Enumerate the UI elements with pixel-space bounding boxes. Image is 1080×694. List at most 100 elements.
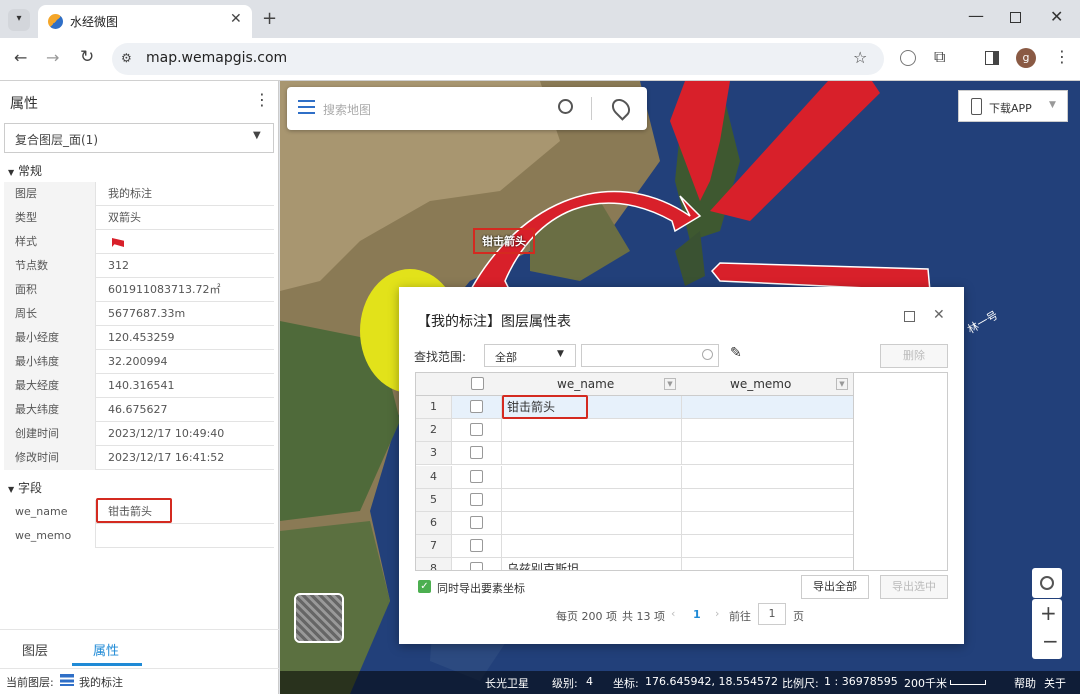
- puzzle-icon[interactable]: ⧉: [934, 47, 945, 67]
- select-all-checkbox[interactable]: [471, 377, 484, 390]
- maximize-icon[interactable]: [1010, 12, 1021, 23]
- url-text: map.wemapgis.com: [146, 50, 288, 66]
- close-window-icon[interactable]: ✕: [1050, 7, 1063, 26]
- table-row[interactable]: 6: [416, 512, 854, 535]
- edit-pencil-icon[interactable]: ✎: [730, 345, 742, 361]
- row-checkbox[interactable]: [470, 562, 483, 570]
- cell-we-name[interactable]: 乌兹别克斯坦: [502, 558, 682, 570]
- cell-we-name[interactable]: [502, 442, 682, 466]
- property-value: 120.453259: [108, 331, 175, 344]
- property-value: 2023/12/17 16:41:52: [108, 451, 225, 464]
- cell-we-name[interactable]: [502, 535, 682, 559]
- cell-we-memo[interactable]: [682, 535, 854, 559]
- current-page[interactable]: 1: [693, 608, 701, 621]
- table-row[interactable]: 1 钳击箭头: [416, 395, 854, 419]
- new-tab-icon[interactable]: +: [262, 8, 277, 29]
- row-number: 2: [430, 423, 437, 437]
- cell-we-name[interactable]: [502, 419, 682, 443]
- search-icon[interactable]: [558, 99, 573, 114]
- current-layer-name[interactable]: 我的标注: [79, 674, 123, 690]
- row-checkbox[interactable]: [470, 423, 483, 437]
- tab-list-button[interactable]: ▾: [8, 9, 30, 31]
- panel-menu-icon[interactable]: ⋮: [254, 90, 270, 109]
- zoom-out-icon[interactable]: −: [1042, 629, 1059, 653]
- search-input[interactable]: 搜索地图: [323, 101, 371, 118]
- property-key: 样式: [4, 230, 96, 254]
- row-checkbox[interactable]: [470, 516, 483, 529]
- cell-we-memo[interactable]: [682, 488, 854, 512]
- table-row[interactable]: 4: [416, 465, 854, 489]
- help-link[interactable]: 帮助: [1014, 675, 1036, 691]
- col-header-we-name[interactable]: we_name: [557, 377, 614, 391]
- download-app-button[interactable]: 下载APP ▼: [958, 90, 1068, 122]
- cell-we-memo[interactable]: [682, 419, 854, 443]
- cell-we-name[interactable]: [502, 488, 682, 512]
- url-field[interactable]: ⚙ map.wemapgis.com ☆: [112, 43, 884, 75]
- scope-select[interactable]: 全部 ▼: [484, 344, 576, 367]
- goto-page-input[interactable]: 1: [758, 603, 786, 625]
- cell-we-memo[interactable]: [682, 396, 854, 419]
- row-checkbox[interactable]: [470, 539, 483, 553]
- filter-icon[interactable]: ▼: [836, 378, 848, 390]
- menu-icon[interactable]: [298, 100, 315, 114]
- row-checkbox[interactable]: [470, 400, 483, 413]
- about-link[interactable]: 关于: [1044, 675, 1066, 691]
- row-checkbox[interactable]: [470, 469, 483, 483]
- section-fields-header[interactable]: ▼ 字段: [8, 479, 42, 496]
- prev-page-icon[interactable]: ‹: [671, 607, 675, 620]
- table-row[interactable]: 3: [416, 442, 854, 466]
- table-row[interactable]: 7: [416, 535, 854, 559]
- cell-we-name[interactable]: [502, 512, 682, 535]
- tab-layers[interactable]: 图层: [22, 640, 48, 659]
- table-row[interactable]: 2: [416, 419, 854, 443]
- table-row[interactable]: 5: [416, 488, 854, 512]
- export-all-button[interactable]: 导出全部: [801, 575, 869, 599]
- bookmark-star-icon[interactable]: ☆: [853, 48, 867, 67]
- search-box[interactable]: 搜索地图: [287, 87, 647, 130]
- forward-icon[interactable]: →: [46, 48, 59, 67]
- close-icon[interactable]: ✕: [933, 307, 945, 323]
- minimize-icon[interactable]: —: [968, 6, 984, 25]
- row-checkbox[interactable]: [470, 446, 483, 460]
- maximize-icon[interactable]: [904, 311, 915, 322]
- cell-we-memo[interactable]: [682, 558, 854, 570]
- side-panel-icon[interactable]: [985, 51, 999, 65]
- grid-right-edge: [853, 373, 854, 570]
- col-header-we-memo[interactable]: we_memo: [730, 377, 791, 391]
- extension-icon[interactable]: [900, 50, 916, 66]
- section-general-header[interactable]: ▼ 常规: [8, 162, 42, 179]
- map-annotation-label[interactable]: 钳击箭头: [473, 228, 535, 254]
- field-row: we_memo: [4, 524, 274, 548]
- zoom-in-icon[interactable]: +: [1040, 601, 1057, 625]
- next-page-icon[interactable]: ›: [715, 607, 719, 620]
- cell-we-name[interactable]: [502, 465, 682, 489]
- browser-menu-icon[interactable]: ⋮: [1054, 47, 1070, 66]
- cell-we-memo[interactable]: [682, 442, 854, 466]
- checkbox-cell: [452, 512, 502, 535]
- table-row[interactable]: 8 乌兹别克斯坦: [416, 558, 854, 570]
- close-tab-icon[interactable]: ✕: [230, 11, 242, 27]
- row-number: 3: [430, 446, 437, 460]
- cell-we-memo[interactable]: [682, 465, 854, 489]
- chevron-down-icon: ▼: [253, 130, 261, 141]
- basemap-switcher[interactable]: [294, 593, 344, 643]
- page-size[interactable]: 每页 200 项: [556, 608, 617, 624]
- zoom-level-label: 级别:: [552, 677, 578, 690]
- browser-tab[interactable]: 水经微图 ✕: [38, 5, 252, 38]
- profile-avatar[interactable]: g: [1016, 48, 1036, 68]
- export-selected-button[interactable]: 导出选中: [880, 575, 948, 599]
- locate-button[interactable]: [1032, 568, 1062, 598]
- row-checkbox[interactable]: [470, 492, 483, 506]
- layer-select[interactable]: 复合图层_面(1) ▼: [4, 123, 274, 153]
- back-icon[interactable]: ←: [14, 48, 27, 67]
- search-scope-label: 查找范围:: [414, 350, 467, 364]
- location-pin-icon[interactable]: [608, 95, 634, 121]
- site-settings-icon[interactable]: ⚙: [121, 51, 132, 65]
- search-input[interactable]: [581, 344, 719, 367]
- reload-icon[interactable]: ↻: [80, 47, 94, 67]
- tab-properties[interactable]: 属性: [93, 640, 119, 659]
- export-coords-checkbox[interactable]: ✓: [418, 580, 431, 593]
- cell-we-memo[interactable]: [682, 512, 854, 535]
- filter-icon[interactable]: ▼: [664, 378, 676, 390]
- delete-button[interactable]: 删除: [880, 344, 948, 368]
